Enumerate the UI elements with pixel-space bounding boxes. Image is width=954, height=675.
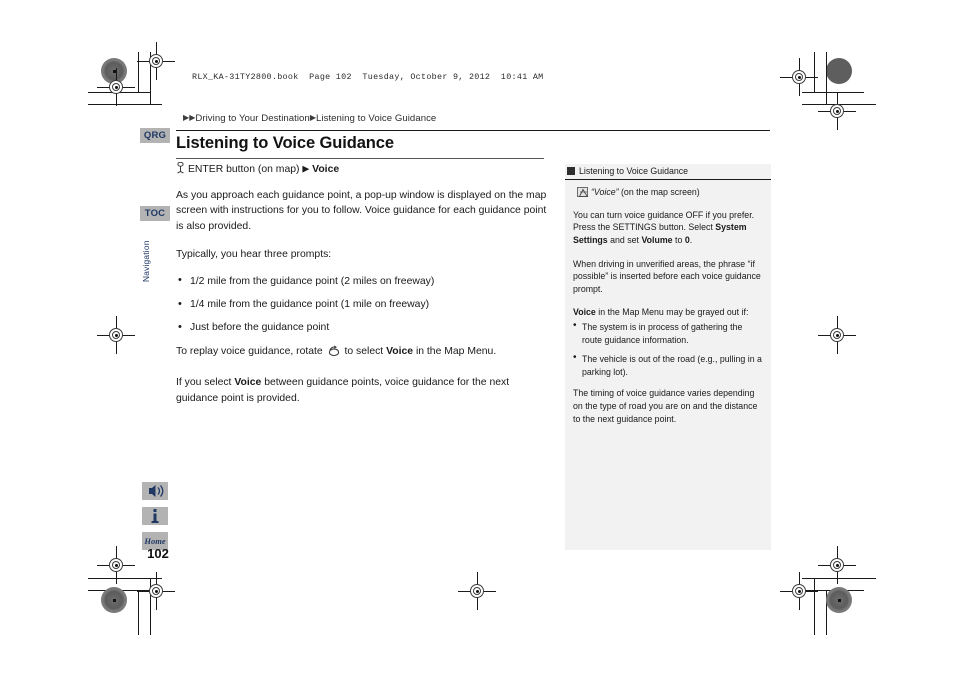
registration-mark-mid-right (818, 316, 856, 354)
print-file-header: RLX_KA-31TY2800.book Page 102 Tuesday, O… (192, 72, 544, 82)
list-item: 1/4 mile from the guidance point (1 mile… (176, 297, 548, 313)
density-dot-bottom-left (101, 587, 127, 613)
rotary-dial-icon (327, 345, 341, 362)
grayed-reason-list: The system is in process of gathering th… (573, 320, 763, 378)
side-quote-italic: “Voice” (591, 187, 619, 198)
main-content: ENTER button (on map) ▶ Voice As you app… (176, 161, 548, 419)
sidebar-tab-qrg[interactable]: QRG (140, 128, 170, 143)
page-root: RLX_KA-31TY2800.book Page 102 Tuesday, O… (0, 0, 954, 675)
breadcrumb-level-2[interactable]: Listening to Voice Guidance (316, 113, 436, 124)
registration-mark-top-left-a (97, 68, 135, 106)
section-tab-navigation[interactable]: Navigation (141, 222, 157, 282)
list-item: The vehicle is out of the road (e.g., pu… (573, 352, 763, 378)
replay-text-post: in the Map Menu. (415, 345, 497, 357)
sidebar-tab-toc[interactable]: TOC (140, 206, 170, 221)
side-panel-body: “Voice” (on the map screen) You can turn… (565, 180, 771, 425)
command-path-line: ENTER button (on map) ▶ Voice (176, 161, 548, 177)
density-dot-top-right (826, 58, 852, 84)
voice-guidance-icon[interactable] (142, 482, 168, 500)
side-panel-heading-text: Listening to Voice Guidance (579, 166, 689, 176)
command-target[interactable]: Voice (312, 164, 339, 175)
registration-mark-bottom-center (458, 572, 496, 610)
side-paragraph-4: The timing of voice guidance varies depe… (573, 388, 758, 424)
side-p1-e: . (689, 234, 693, 245)
title-top-rule (176, 130, 770, 132)
side-paragraph-2: When driving in unverified areas, the ph… (573, 258, 761, 294)
side-panel-heading: Listening to Voice Guidance (565, 164, 771, 178)
info-icon[interactable] (142, 507, 168, 525)
registration-mark-mid-left (97, 316, 135, 354)
side-paragraph-1: You can turn voice guidance OFF if you p… (573, 209, 763, 247)
list-item: Just before the guidance point (176, 320, 548, 336)
between-voice-label[interactable]: Voice (234, 377, 261, 388)
side-note-panel: Listening to Voice Guidance “Voice” (on … (565, 164, 771, 550)
intro-paragraph: As you approach each guidance point, a p… (176, 190, 547, 232)
command-arrow-icon: ▶ (302, 163, 310, 174)
side-p1-volume[interactable]: Volume (641, 235, 672, 245)
replay-text-mid: to select (344, 345, 384, 357)
registration-mark-bottom-right-a (780, 572, 818, 610)
registration-mark-bottom-right-b (818, 546, 856, 584)
breadcrumb: ▶▶Driving to Your Destination▶Listening … (183, 113, 436, 124)
side-p3-voice[interactable]: Voice (573, 307, 596, 317)
registration-mark-top-left-b (137, 42, 175, 80)
prompt-list: 1/2 mile from the guidance point (2 mile… (176, 273, 548, 336)
side-p1-d: to (672, 234, 685, 245)
page-number: 102 (147, 546, 169, 561)
title-bottom-rule (176, 158, 544, 159)
registration-mark-top-right-b (818, 92, 856, 130)
prompts-lead: Typically, you hear three prompts: (176, 249, 332, 261)
side-p3-rest: in the Map Menu may be grayed out if: (595, 307, 749, 318)
side-quote-rest: (on the map screen) (621, 187, 700, 198)
side-p1-c: and set (607, 234, 642, 245)
between-text-pre: If you select (176, 377, 232, 389)
registration-mark-top-right-a (780, 58, 818, 96)
page-title: Listening to Voice Guidance (176, 134, 394, 152)
note-marker-icon (567, 167, 575, 175)
list-item: The system is in process of gathering th… (573, 320, 763, 346)
side-panel-quote: “Voice” (on the map screen) (577, 186, 763, 199)
list-item: 1/2 mile from the guidance point (2 mile… (176, 273, 548, 289)
replay-voice-label[interactable]: Voice (386, 346, 413, 357)
replay-paragraph: To replay voice guidance, rotate to sele… (176, 344, 548, 362)
command-prefix: ENTER button (on map) (188, 164, 300, 175)
registration-mark-bottom-left-a (137, 572, 175, 610)
between-paragraph: If you select Voice between guidance poi… (176, 375, 548, 406)
breadcrumb-level-1[interactable]: Driving to Your Destination (195, 113, 309, 124)
side-paragraph-3: Voice in the Map Menu may be grayed out … (573, 306, 763, 319)
replay-text-pre: To replay voice guidance, rotate (176, 345, 323, 357)
enter-button-icon (176, 161, 185, 177)
map-screen-icon (577, 186, 589, 197)
density-dot-bottom-right (826, 587, 852, 613)
registration-mark-bottom-left-b (97, 546, 135, 584)
